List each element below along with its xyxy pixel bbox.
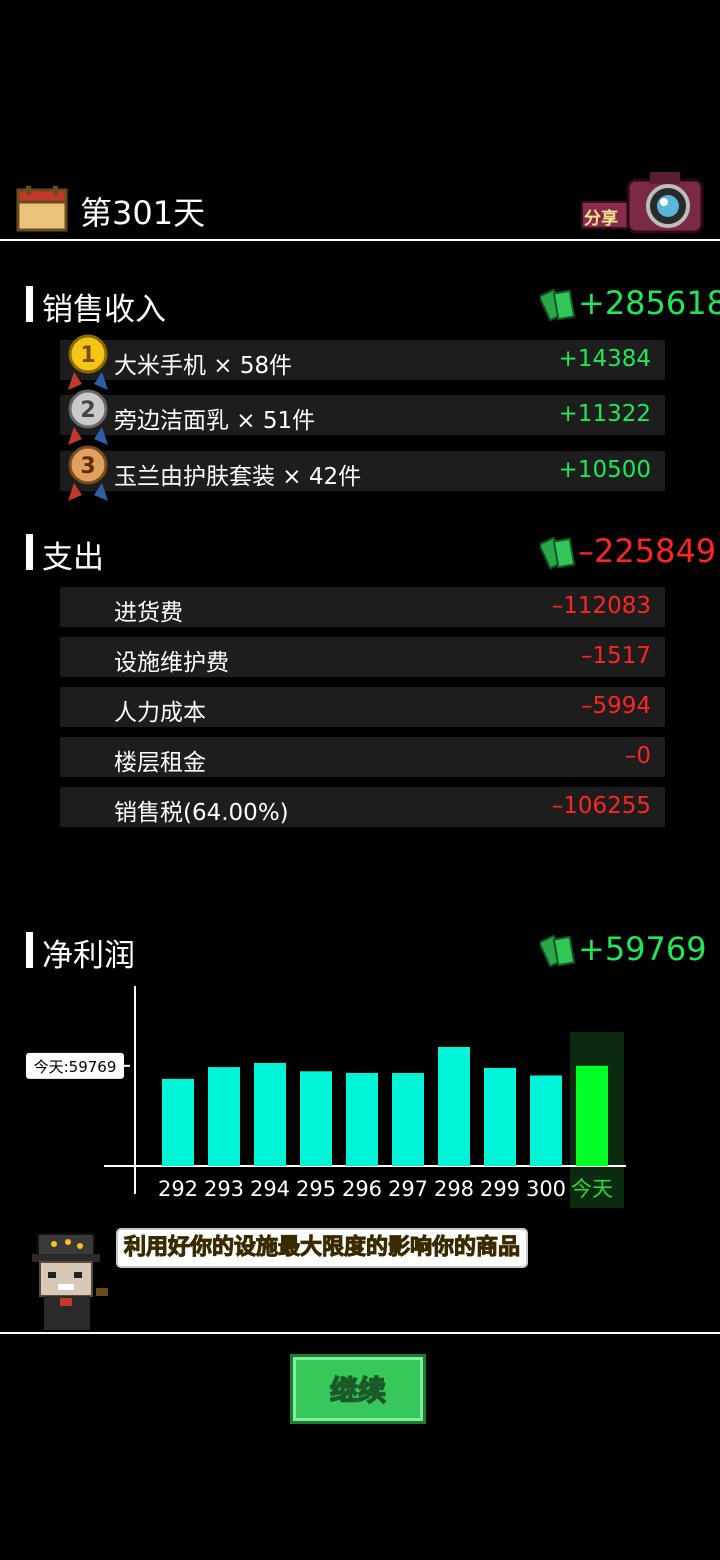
expense-total: –225849	[578, 532, 717, 570]
profit-chart: 292 293 294 295 296 297 298 299 300 今天 今天:59769	[26, 986, 626, 1208]
bar	[346, 1072, 378, 1166]
x-tick-label: 300	[526, 1177, 566, 1201]
expense-row: 楼层租金 –0	[60, 737, 665, 777]
section-marker	[26, 932, 33, 968]
expense-value: –106255	[551, 793, 651, 819]
x-tick-label: 292	[158, 1177, 198, 1201]
today-value-label: 今天:59769	[34, 1058, 117, 1076]
product-income: +11322	[558, 401, 651, 427]
profit-title: 净利润	[42, 938, 135, 974]
tip-bubble: 利用好你的设施最大限度的影响你的商品	[118, 1230, 527, 1266]
sales-row-1: 1 大米手机 × 58件 +14384	[60, 334, 665, 390]
bar	[484, 1067, 516, 1166]
expense-label: 楼层租金	[114, 750, 206, 776]
profit-total: +59769	[578, 930, 707, 968]
bottom-divider	[0, 1332, 720, 1334]
day-title: 第301天	[80, 194, 206, 232]
x-tick-label: 293	[204, 1177, 244, 1201]
cash-icon	[540, 934, 576, 968]
expense-value: –1517	[580, 643, 651, 669]
expense-value: –0	[624, 743, 651, 769]
bronze-medal-icon: 3	[68, 445, 108, 501]
expense-row: 人力成本 –5994	[60, 687, 665, 727]
x-tick-label: 294	[250, 1177, 290, 1201]
gold-medal-icon: 1	[68, 334, 108, 390]
expense-label: 销售税(64.00%)	[114, 800, 289, 826]
x-tick-label: 297	[388, 1177, 428, 1201]
sales-total: +285618	[578, 284, 720, 322]
bar	[254, 1062, 286, 1166]
product-label: 大米手机 × 58件	[114, 353, 293, 379]
sales-title: 销售收入	[42, 292, 166, 328]
silver-medal-icon: 2	[68, 389, 108, 445]
x-tick-label: 298	[434, 1177, 474, 1201]
expense-value: –5994	[580, 693, 651, 719]
calendar-icon	[16, 186, 68, 232]
svg-text:2: 2	[80, 398, 95, 423]
expense-label: 人力成本	[114, 700, 206, 726]
bar	[576, 1065, 608, 1166]
x-tick-label: 299	[480, 1177, 520, 1201]
product-income: +14384	[558, 346, 651, 372]
bar	[300, 1071, 332, 1166]
expense-row: 设施维护费 –1517	[60, 637, 665, 677]
share-label: 分享	[584, 209, 618, 229]
svg-text:1: 1	[80, 343, 95, 368]
expense-value: –112083	[551, 593, 651, 619]
continue-button[interactable]: 继续	[290, 1354, 426, 1424]
sales-row-2: 2 旁边洁面乳 × 51件 +11322	[60, 389, 665, 445]
header-divider	[0, 239, 720, 241]
expense-row: 销售税(64.00%) –106255	[60, 787, 665, 827]
expense-label: 进货费	[114, 600, 183, 626]
mascot-icon	[32, 1233, 108, 1330]
x-tick-label: 今天	[571, 1177, 613, 1201]
bar	[162, 1078, 194, 1166]
section-marker	[26, 534, 33, 570]
svg-text:3: 3	[80, 454, 95, 479]
product-label: 旁边洁面乳 × 51件	[114, 408, 316, 434]
tip-text: 利用好你的设施最大限度的影响你的商品	[123, 1235, 521, 1261]
bar	[438, 1046, 470, 1166]
cash-icon	[540, 536, 576, 570]
bar	[530, 1075, 562, 1166]
expense-row: 进货费 –112083	[60, 587, 665, 627]
expense-title: 支出	[42, 540, 104, 576]
expense-label: 设施维护费	[114, 650, 229, 676]
share-button[interactable]: 分享	[580, 170, 704, 234]
section-marker	[26, 286, 33, 322]
sales-row-3: 3 玉兰由护肤套装 × 42件 +10500	[60, 445, 665, 501]
bar	[208, 1067, 240, 1166]
continue-label: 继续	[329, 1373, 387, 1408]
product-income: +10500	[558, 457, 651, 483]
x-tick-label: 295	[296, 1177, 336, 1201]
product-label: 玉兰由护肤套装 × 42件	[114, 464, 362, 490]
bar	[392, 1072, 424, 1166]
x-tick-label: 296	[342, 1177, 382, 1201]
cash-icon	[540, 288, 576, 322]
